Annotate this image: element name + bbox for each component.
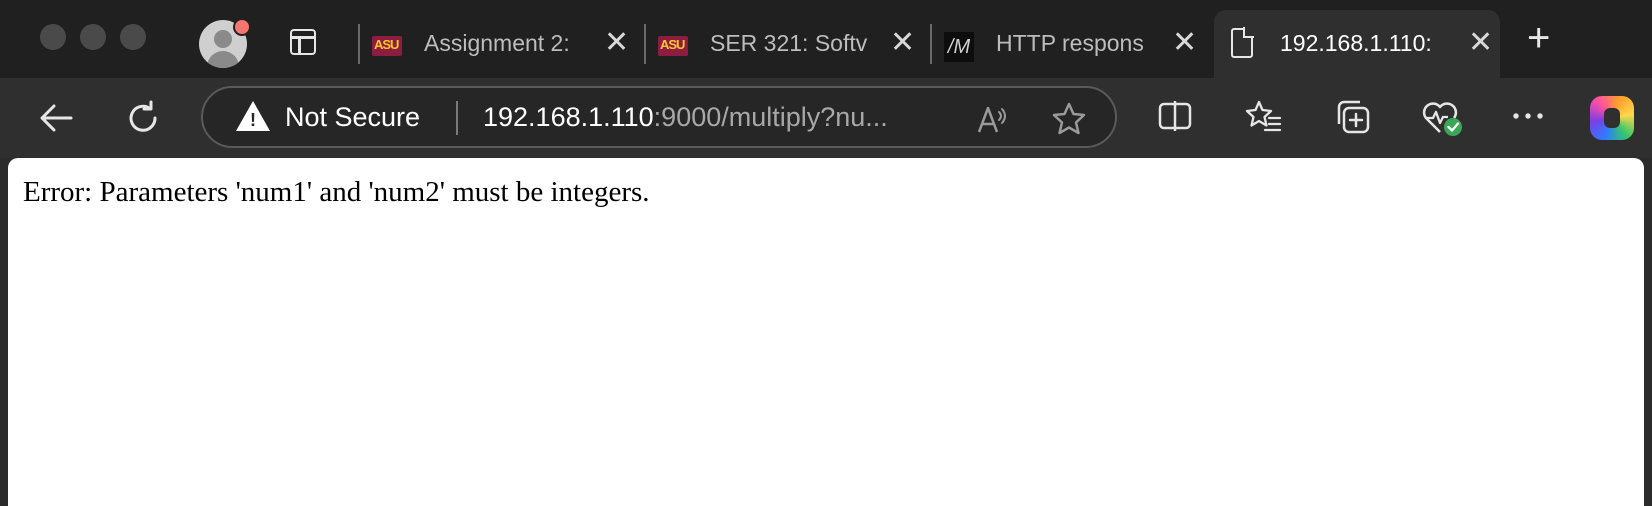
minimize-window-button[interactable]: [80, 24, 106, 50]
url-text[interactable]: 192.168.1.110:9000/multiply?nu...: [483, 102, 888, 133]
asu-logo-icon: ASU: [658, 36, 688, 56]
tab-label: HTTP respons: [996, 30, 1144, 56]
tab-actions-icon[interactable]: [290, 29, 316, 55]
more-options-icon[interactable]: [1510, 108, 1546, 124]
avatar-body: [207, 51, 239, 68]
page-content: Error: Parameters 'num1' and 'num2' must…: [8, 158, 1644, 506]
avatar-head: [214, 30, 232, 48]
tab-divider: [930, 24, 932, 64]
read-aloud-icon[interactable]: [976, 102, 1010, 136]
asu-logo-text: ASU: [660, 37, 685, 52]
m-logo-icon: /M: [944, 32, 974, 62]
refresh-icon[interactable]: [124, 99, 162, 137]
close-tab-icon[interactable]: ✕: [1172, 28, 1197, 58]
collections-icon[interactable]: [1334, 98, 1372, 136]
tab-divider: [358, 24, 360, 64]
split-screen-icon[interactable]: [1157, 98, 1193, 134]
asu-logo-text: ASU: [374, 37, 399, 52]
close-tab-icon[interactable]: ✕: [604, 28, 629, 58]
asu-logo-icon: ASU: [372, 36, 402, 56]
tab-ser321[interactable]: ASU SER 321: Softv ✕: [648, 10, 930, 78]
browser-essentials-health-icon[interactable]: [1421, 98, 1465, 140]
favorites-list-icon[interactable]: [1245, 98, 1283, 136]
tab-http-response[interactable]: /M HTTP respons ✕: [934, 10, 1210, 78]
tab-assignment[interactable]: ASU Assignment 2: ✕: [362, 10, 644, 78]
close-tab-icon[interactable]: ✕: [890, 28, 915, 58]
address-divider: [456, 101, 458, 135]
tab-label: Assignment 2:: [424, 30, 570, 56]
close-tab-icon[interactable]: ✕: [1468, 28, 1493, 58]
document-icon: [1231, 27, 1254, 58]
url-path: :9000/multiply?nu...: [653, 102, 888, 132]
maximize-window-button[interactable]: [120, 24, 146, 50]
copilot-icon[interactable]: [1590, 96, 1634, 140]
address-bar[interactable]: ! Not Secure 192.168.1.110:9000/multiply…: [201, 86, 1117, 148]
error-message: Error: Parameters 'num1' and 'num2' must…: [23, 176, 650, 208]
tab-divider: [644, 24, 646, 64]
favorite-star-icon[interactable]: [1051, 101, 1087, 137]
tab-active-localhost[interactable]: 192.168.1.110: ✕: [1214, 10, 1500, 78]
back-arrow-icon[interactable]: [38, 100, 74, 136]
tab-label: SER 321: Softv: [710, 30, 868, 56]
new-tab-plus-icon[interactable]: +: [1527, 18, 1550, 58]
not-secure-label[interactable]: Not Secure: [285, 102, 420, 133]
notification-dot: [233, 18, 251, 36]
tab-label: 192.168.1.110:: [1280, 30, 1432, 56]
close-window-button[interactable]: [40, 24, 66, 50]
url-host: 192.168.1.110: [483, 102, 654, 132]
warning-triangle-icon: !: [236, 101, 270, 131]
